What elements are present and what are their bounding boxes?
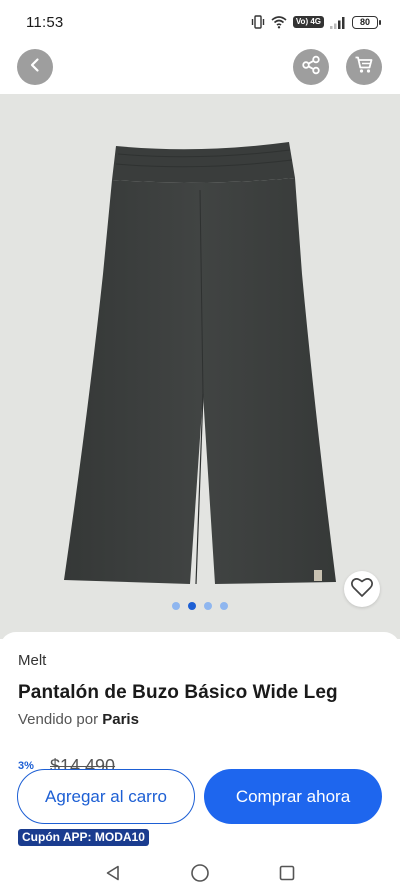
share-icon — [301, 55, 321, 80]
product-title: Pantalón de Buzo Básico Wide Leg — [18, 682, 338, 703]
seller-prefix: Vendido por — [18, 711, 99, 728]
back-button[interactable] — [17, 49, 53, 85]
gallery-dot[interactable] — [220, 602, 228, 610]
network-badge: Vo) 4G — [292, 16, 324, 28]
product-photo — [64, 142, 336, 585]
share-button[interactable] — [293, 49, 329, 85]
add-to-cart-button[interactable]: Agregar al carro — [17, 769, 195, 824]
system-nav-bar — [0, 852, 400, 894]
status-icons: Vo) 4G 80 — [251, 15, 381, 29]
gallery-dot[interactable] — [204, 602, 212, 610]
gallery-dot-active[interactable] — [188, 602, 196, 610]
header — [0, 44, 400, 94]
status-bar: 11:53 Vo) 4G 80 — [0, 0, 400, 44]
product-seller: Vendido por Paris — [18, 711, 139, 728]
buy-now-button[interactable]: Comprar ahora — [204, 769, 382, 824]
favorite-button[interactable] — [344, 571, 380, 607]
status-time: 11:53 — [26, 13, 64, 31]
nav-home-icon[interactable] — [190, 863, 210, 883]
heart-outline-icon — [350, 576, 374, 603]
gallery-dots — [0, 602, 400, 610]
wifi-icon — [271, 15, 287, 29]
vibrate-icon — [251, 15, 265, 29]
discount-badge: 3% — [18, 760, 34, 772]
nav-back-icon[interactable] — [104, 864, 122, 882]
product-brand[interactable]: Melt — [18, 652, 46, 669]
cart-icon — [354, 55, 374, 80]
back-arrow-icon — [27, 57, 43, 78]
signal-icon — [330, 16, 346, 29]
seller-name[interactable]: Paris — [102, 711, 139, 728]
nav-recents-icon[interactable] — [278, 864, 296, 882]
gallery-dot[interactable] — [172, 602, 180, 610]
coupon-badge: Cupón APP: MODA10 — [18, 829, 149, 846]
battery-icon: 80 — [352, 15, 381, 29]
cart-button[interactable] — [346, 49, 382, 85]
product-image[interactable] — [0, 94, 400, 639]
